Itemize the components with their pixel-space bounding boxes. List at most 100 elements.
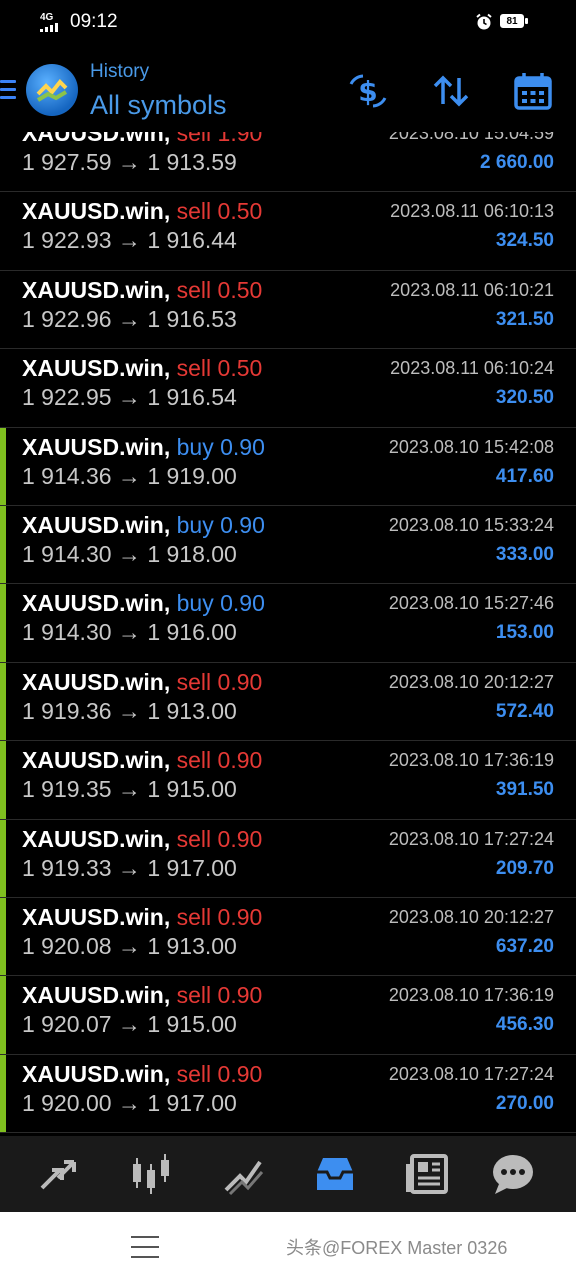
trade-symbol: XAUUSD.win, sell 0.90: [22, 747, 262, 774]
trade-side: sell 0.50: [176, 198, 263, 225]
trade-prices: 1 920.00 → 1 917.00: [22, 1089, 237, 1116]
trade-profit: 637.20: [495, 936, 554, 957]
close-price: 1 915.00: [147, 1011, 237, 1038]
trade-row[interactable]: XAUUSD.win, sell 0.50 1 922.96 → 1 916.53…: [0, 271, 576, 350]
status-bar: 4G 09:12 81: [0, 0, 576, 50]
trade-row[interactable]: XAUUSD.win, sell 0.90 1 920.08 → 1 913.00…: [0, 898, 576, 977]
signal-icon: [40, 22, 64, 32]
svg-text:$: $: [358, 75, 377, 108]
trade-profit: 2 660.00: [480, 152, 554, 173]
trade-profit: 417.60: [495, 465, 554, 487]
battery-icon: 81: [500, 14, 528, 30]
trade-side: sell 1.90: [176, 132, 263, 146]
trade-row[interactable]: XAUUSD.win, buy 0.90 1 914.36 → 1 919.00 2…: [0, 427, 576, 506]
open-price: 1 922.96: [22, 305, 112, 332]
symbol-name: XAUUSD.win,: [22, 668, 171, 695]
trade-time: 2023.08.10 20:12:27: [388, 907, 554, 927]
trade-icon[interactable]: [220, 1150, 268, 1198]
trade-time: 2023.08.10 17:36:19: [388, 985, 554, 1006]
open-price: 1 922.93: [22, 227, 112, 254]
app-header: History All symbols $: [0, 54, 576, 132]
trade-profit: 321.50: [495, 308, 554, 330]
trade-side: sell 0.50: [176, 276, 263, 303]
close-price: 1 916.53: [147, 305, 237, 332]
trade-side: buy 0.90: [176, 512, 265, 538]
trade-symbol: XAUUSD.win, sell 0.90: [22, 982, 262, 1009]
close-price: 1 913.00: [147, 933, 237, 959]
trade-symbol: XAUUSD.win, sell 0.90: [22, 1061, 262, 1088]
trade-profit: 572.40: [495, 700, 554, 722]
watermark: 头条@FOREX Master 0326: [286, 1238, 508, 1258]
trade-side: sell 0.90: [176, 825, 263, 852]
trade-prices: 1 922.93 → 1 916.44: [22, 227, 237, 254]
trade-side: sell 0.90: [176, 982, 263, 1009]
trade-time: 2023.08.10 17:27:24: [388, 1063, 554, 1084]
calendar-icon[interactable]: [512, 70, 554, 112]
trade-symbol: XAUUSD.win, buy 0.90: [22, 590, 265, 617]
close-price: 1 919.00: [147, 462, 237, 489]
chart-icon[interactable]: [127, 1150, 175, 1198]
trade-prices: 1 919.33 → 1 917.00: [22, 854, 237, 881]
trade-row[interactable]: XAUUSD.win, sell 0.90 1 920.00 → 1 917.00…: [0, 1054, 576, 1134]
quotes-icon[interactable]: [34, 1150, 82, 1198]
trade-row[interactable]: XAUUSD.win, sell 0.90 1 919.36 → 1 913.00…: [0, 662, 576, 742]
trade-prices: 1 920.07 → 1 915.00: [22, 1011, 237, 1038]
symbol-name: XAUUSD.win,: [22, 982, 171, 1009]
open-price: 1 920.00: [22, 1089, 112, 1116]
trade-side: sell 0.90: [176, 904, 263, 930]
close-price: 1 913.00: [147, 697, 237, 724]
trade-profit: 320.50: [495, 387, 554, 409]
trade-row[interactable]: XAUUSD.win, sell 0.90 1 919.33 → 1 917.00…: [0, 819, 576, 898]
trade-row[interactable]: XAUUSD.win, buy 0.90 1 914.30 → 1 916.00 2…: [0, 584, 576, 663]
bottom-tab-bar: [0, 1136, 576, 1212]
trade-row[interactable]: XAUUSD.win, sell 0.90 1 919.35 → 1 915.00…: [0, 741, 576, 820]
trade-row[interactable]: XAUUSD.win, sell 0.90 1 920.07 → 1 915.00…: [0, 976, 576, 1055]
open-price: 1 914.30: [22, 619, 112, 646]
trade-side: buy 0.90: [176, 433, 265, 460]
trade-side: sell 0.90: [176, 668, 263, 695]
battery-level: 81: [500, 14, 524, 28]
trade-prices: 1 922.96 → 1 916.53: [22, 305, 237, 332]
symbol-filter-title[interactable]: All symbols: [90, 90, 227, 121]
open-price: 1 920.07: [22, 1011, 112, 1038]
symbol-name: XAUUSD.win,: [22, 132, 171, 146]
system-navigation-bar: 头条@FOREX Master 0326: [0, 1212, 576, 1280]
trade-row[interactable]: XAUUSD.win, sell 1.90 1 927.59 → 1 913.59…: [0, 132, 576, 193]
symbol-name: XAUUSD.win,: [22, 825, 171, 852]
trade-time: 2023.08.10 17:36:19: [388, 750, 554, 771]
close-price: 1 916.44: [147, 227, 237, 254]
history-icon[interactable]: [311, 1150, 359, 1198]
trade-profit: 324.50: [495, 230, 554, 252]
symbol-name: XAUUSD.win,: [22, 590, 171, 617]
news-icon[interactable]: [404, 1150, 452, 1198]
symbol-name: XAUUSD.win,: [22, 198, 171, 225]
trade-side: buy 0.90: [176, 590, 265, 617]
trade-time: 2023.08.11 06:10:13: [390, 201, 554, 222]
trade-row[interactable]: XAUUSD.win, buy 0.90 1 914.30 → 1 918.00 2…: [0, 506, 576, 585]
sort-icon[interactable]: [430, 70, 472, 112]
trade-row[interactable]: XAUUSD.win, sell 0.50 1 922.95 → 1 916.54…: [0, 349, 576, 428]
trade-time: 2023.08.10 15:27:46: [388, 593, 554, 614]
trade-symbol: XAUUSD.win, buy 0.90: [22, 512, 265, 539]
symbol-name: XAUUSD.win,: [22, 747, 171, 774]
trade-row[interactable]: XAUUSD.win, sell 0.50 1 922.93 → 1 916.44…: [0, 192, 576, 271]
currency-exchange-icon[interactable]: $: [347, 70, 389, 112]
open-price: 1 927.59: [22, 149, 112, 175]
trade-time: 2023.08.11 06:10:24: [390, 358, 554, 379]
symbol-name: XAUUSD.win,: [22, 355, 171, 382]
trade-history-list[interactable]: XAUUSD.win, sell 1.90 1 927.59 → 1 913.59…: [0, 132, 576, 1136]
menu-icon[interactable]: [0, 78, 18, 102]
system-menu-icon[interactable]: [131, 1236, 159, 1258]
alarm-icon: [475, 13, 493, 31]
status-time: 09:12: [70, 11, 118, 32]
close-price: 1 915.00: [147, 776, 237, 803]
open-price: 1 919.33: [22, 854, 112, 881]
trade-side: sell 0.90: [176, 1060, 263, 1087]
close-price: 1 917.00: [147, 854, 237, 881]
trade-profit: 153.00: [495, 622, 554, 644]
symbol-name: XAUUSD.win,: [22, 1060, 171, 1087]
messages-icon[interactable]: [489, 1150, 537, 1198]
trade-time: 2023.08.10 15:33:24: [388, 515, 554, 535]
trade-time: 2023.08.10 20:12:27: [388, 671, 554, 692]
trade-prices: 1 914.30 → 1 916.00: [22, 619, 237, 646]
